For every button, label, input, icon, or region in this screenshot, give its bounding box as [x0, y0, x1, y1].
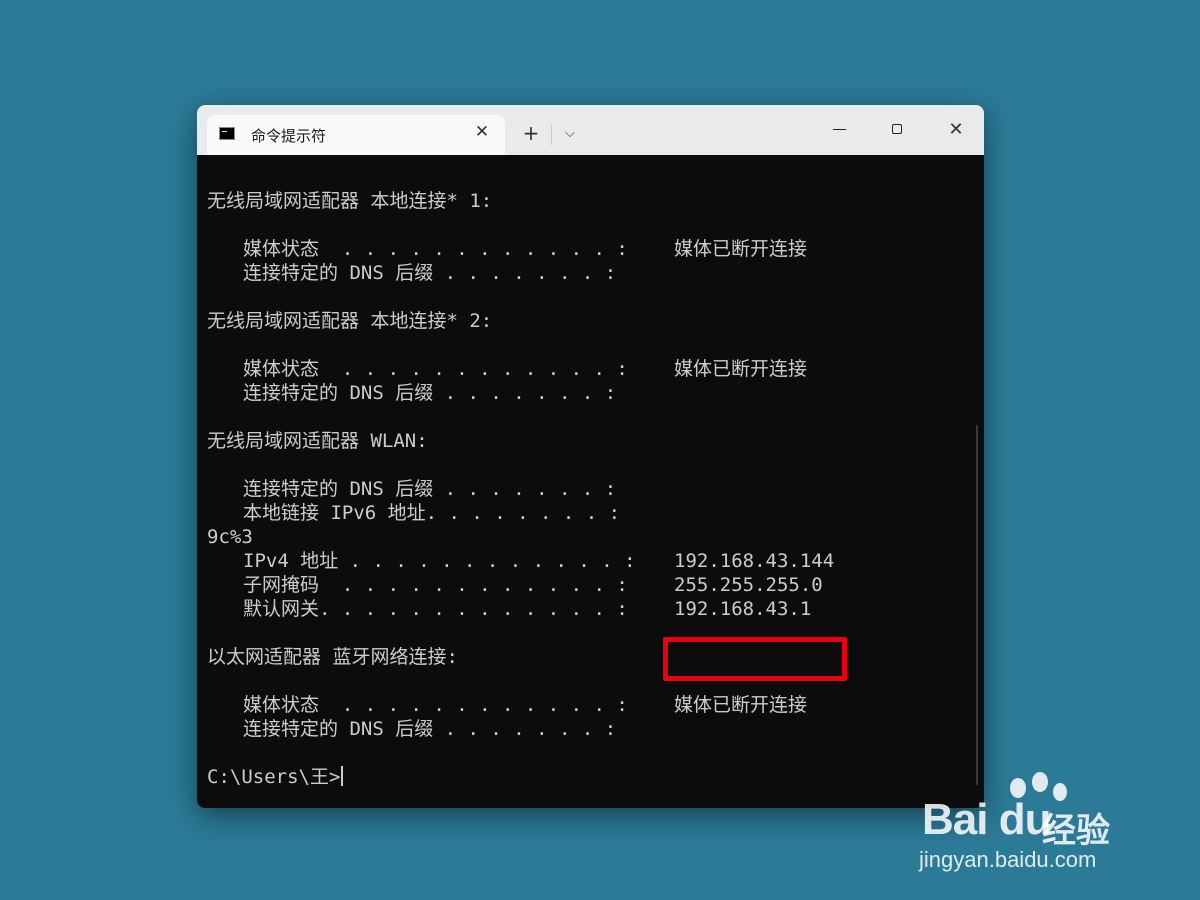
title-bar: 命令提示符 ✕ + ⌵ ✕: [197, 105, 984, 155]
default-gateway-value: 192.168.43.1: [674, 598, 812, 620]
adapter-heading: 无线局域网适配器 WLAN:: [207, 430, 428, 452]
titlebar-divider: [551, 125, 552, 145]
console-line: 9c%3: [207, 526, 253, 548]
tab-command-prompt[interactable]: 命令提示符 ✕: [207, 115, 505, 155]
console-value: 媒体已断开连接: [674, 694, 808, 716]
subnet-mask-value: 255.255.255.0: [674, 574, 823, 596]
tab-close-button[interactable]: ✕: [471, 121, 493, 143]
close-button[interactable]: ✕: [941, 117, 971, 143]
adapter-heading: 以太网适配器 蓝牙网络连接:: [207, 646, 458, 668]
console-value: 媒体已断开连接: [674, 238, 808, 260]
maximize-button[interactable]: [883, 117, 913, 143]
console-line: 连接特定的 DNS 后缀 . . . . . . . :: [243, 478, 617, 500]
console-line: 子网掩码 . . . . . . . . . . . . :: [243, 574, 628, 596]
console-line: 媒体状态 . . . . . . . . . . . . :: [243, 694, 628, 716]
watermark-logo: Bai du: [922, 795, 1051, 844]
chevron-down-icon[interactable]: ⌵: [559, 123, 581, 145]
console-line: 连接特定的 DNS 后缀 . . . . . . . :: [243, 718, 617, 740]
ipv4-address-value: 192.168.43.144: [674, 550, 835, 572]
scrollbar[interactable]: [976, 425, 978, 785]
new-tab-button[interactable]: +: [519, 121, 543, 145]
console-output[interactable]: 无线局域网适配器 本地连接* 1: 媒体状态 . . . . . . . . .…: [197, 155, 984, 808]
baidu-jingyan-watermark: Bai du 经验 jingyan.baidu.com: [919, 795, 1152, 875]
cmd-window: 命令提示符 ✕ + ⌵ ✕ 无线局域网适配器 本地连接* 1: 媒体状态 . .…: [197, 105, 984, 808]
tab-title: 命令提示符: [251, 127, 327, 145]
adapter-heading: 无线局域网适配器 本地连接* 1:: [207, 190, 493, 212]
watermark-url: jingyan.baidu.com: [919, 847, 1097, 872]
console-value: 媒体已断开连接: [674, 358, 808, 380]
terminal-icon: [219, 127, 235, 140]
console-line: 媒体状态 . . . . . . . . . . . . :: [243, 238, 628, 260]
text-cursor: [341, 766, 344, 786]
command-prompt[interactable]: C:\Users\王>: [207, 765, 344, 789]
console-line: 连接特定的 DNS 后缀 . . . . . . . :: [243, 382, 617, 404]
highlight-box: [663, 637, 847, 681]
prompt-text: C:\Users\王>: [207, 766, 341, 788]
adapter-heading: 无线局域网适配器 本地连接* 2:: [207, 310, 493, 332]
minimize-button[interactable]: [825, 117, 855, 143]
console-line: 媒体状态 . . . . . . . . . . . . :: [243, 358, 628, 380]
console-line: 连接特定的 DNS 后缀 . . . . . . . :: [243, 262, 617, 284]
console-line: IPv4 地址 . . . . . . . . . . . . :: [243, 550, 636, 572]
watermark-brand: 经验: [1042, 812, 1110, 850]
console-line: 本地链接 IPv6 地址. . . . . . . . :: [243, 502, 621, 524]
console-line: 默认网关. . . . . . . . . . . . . :: [243, 598, 628, 620]
